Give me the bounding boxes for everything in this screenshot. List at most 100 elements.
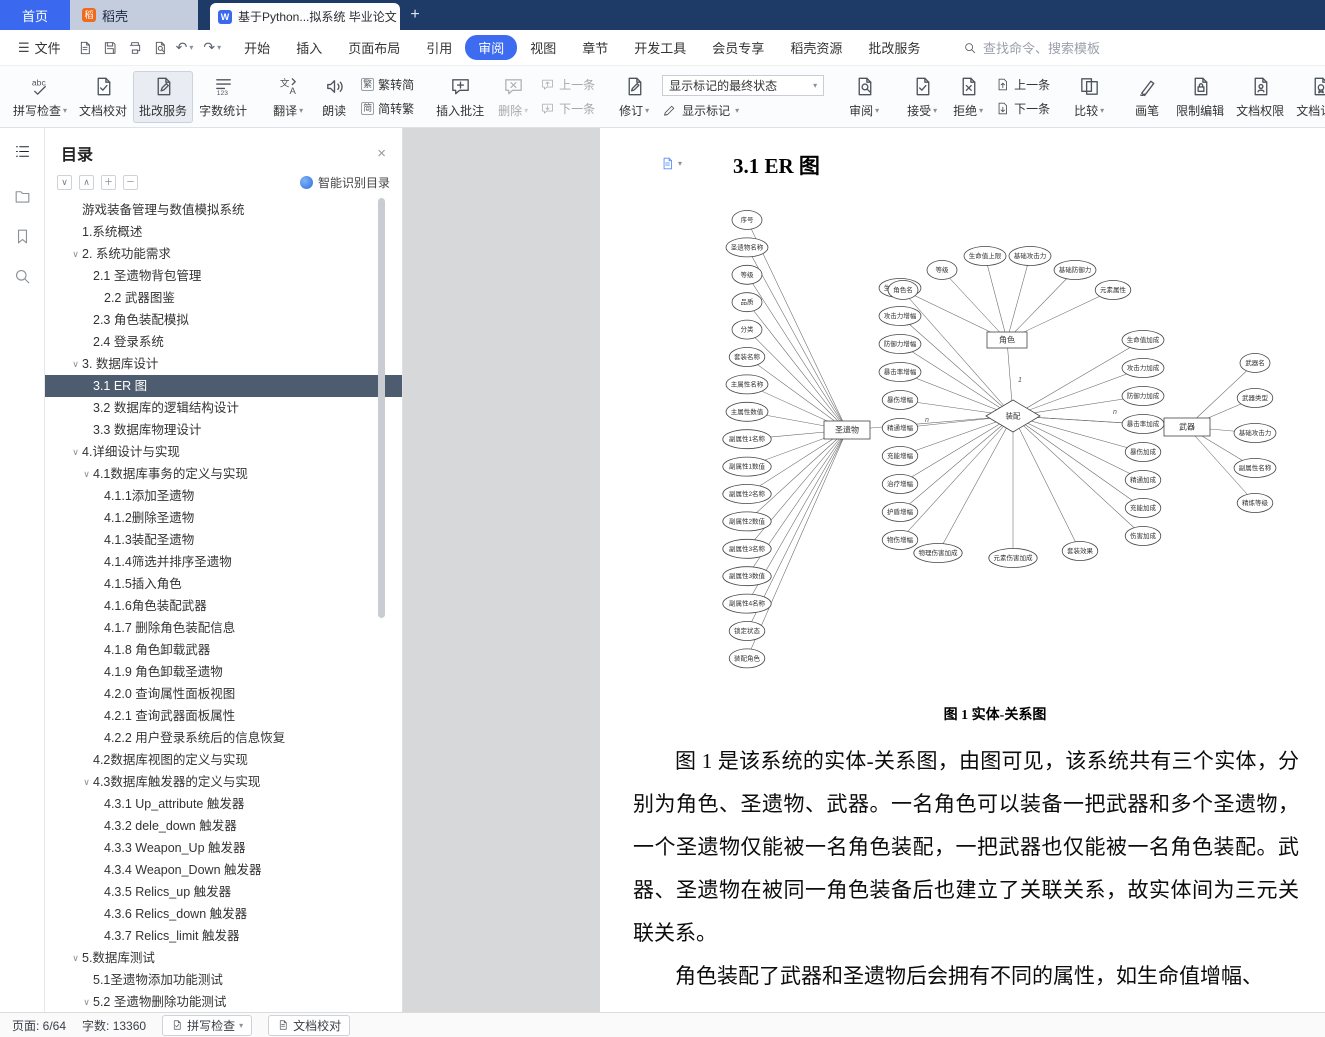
chevron-down-icon[interactable]: ∨ [69,947,82,969]
statusbar-doc-proof-button[interactable]: 文档校对 [268,1014,351,1036]
print-preview-icon[interactable] [152,40,168,56]
outline-item[interactable]: ∨ 4.1数据库事务的定义与实现 [45,463,402,485]
new-document-icon[interactable] [77,40,93,56]
collapse-all-button[interactable]: ∧ [79,175,94,190]
menu-tab-插入[interactable]: 插入 [283,35,335,60]
doc-proof-button[interactable]: 文档校对 [73,71,133,123]
outline-item[interactable]: 4.1.4筛选并排序圣遗物 [45,551,402,573]
outline-item[interactable]: 5.1圣遗物添加功能测试 [45,969,402,991]
outline-item[interactable]: ∨ 4.详细设计与实现 [45,441,402,463]
chevron-down-icon[interactable]: ∨ [80,463,93,485]
simp-to-trad-button[interactable]: 简 简转繁 [361,100,414,117]
outline-item[interactable]: 4.2.0 查询属性面板视图 [45,683,402,705]
review-button[interactable]: 审阅 ▾ [841,71,887,123]
accept-button[interactable]: 接受 ▾ [899,71,945,123]
tab-document[interactable]: W 基于Python...拟系统 毕业论文 [210,3,400,30]
outline-item[interactable]: 4.3.3 Weapon_Up 触发器 [45,837,402,859]
command-search[interactable]: 查找命令、搜索模板 [963,38,1100,57]
save-icon[interactable] [102,40,118,56]
menu-tab-会员专享[interactable]: 会员专享 [699,35,777,60]
restrict-edit-button[interactable]: 限制编辑 [1170,71,1230,123]
smart-recognize-button[interactable]: 智能识别目录 [299,174,390,191]
outline-item[interactable]: 3.3 数据库物理设计 [45,419,402,441]
expand-level-button[interactable]: ＋ [101,175,116,190]
chevron-down-icon[interactable]: ∨ [80,771,93,793]
outline-item[interactable]: 4.3.2 dele_down 触发器 [45,815,402,837]
undo-caret-icon[interactable]: ▾ [189,43,193,52]
outline-item[interactable]: 4.1.1添加圣遗物 [45,485,402,507]
read-aloud-button[interactable]: 朗读 [311,71,357,123]
outline-item[interactable]: 4.2.1 查询武器面板属性 [45,705,402,727]
bookmark-icon[interactable] [13,227,32,246]
chevron-down-icon[interactable]: ∨ [69,353,82,375]
file-menu-button[interactable]: ☰ 文件 [10,38,69,57]
outline-item[interactable]: 2.2 武器图鉴 [45,287,402,309]
new-tab-button[interactable]: + [400,0,430,30]
outline-item[interactable]: 4.3.5 Relics_up 触发器 [45,881,402,903]
outline-item[interactable]: 4.1.9 角色卸载圣遗物 [45,661,402,683]
translate-button[interactable]: 翻译 ▾ [265,71,311,123]
prev-revision-button[interactable]: 上一条 [995,76,1050,93]
tab-docer[interactable]: 稻 稻壳 [70,0,198,30]
outline-item[interactable]: 2.3 角色装配模拟 [45,309,402,331]
outline-scrollbar[interactable] [378,198,385,618]
outline-item[interactable]: 4.1.2删除圣遗物 [45,507,402,529]
menu-tab-稻壳资源[interactable]: 稻壳资源 [777,35,855,60]
doc-cert-button[interactable]: 文档认证 [1290,71,1325,123]
menu-tab-开始[interactable]: 开始 [231,35,283,60]
delete-comment-button[interactable]: 删除 ▾ [490,71,536,123]
outline-item[interactable]: 4.3.7 Relics_limit 触发器 [45,925,402,947]
redo-icon[interactable]: ↷ [203,39,215,56]
prev-comment-button[interactable]: 上一条 [540,76,595,93]
correction-service-button[interactable]: 批改服务 [133,70,194,123]
outline-item[interactable]: 2.4 登录系统 [45,331,402,353]
outline-item[interactable]: 1.系统概述 [45,221,402,243]
menu-tab-页面布局[interactable]: 页面布局 [335,35,413,60]
print-icon[interactable] [127,40,143,56]
outline-item[interactable]: 3.2 数据库的逻辑结构设计 [45,397,402,419]
outline-item[interactable]: 2.1 圣遗物背包管理 [45,265,402,287]
word-count-button[interactable]: 字数统计 [193,71,253,123]
statusbar-spell-check-button[interactable]: 拼写检查 ▾ [162,1014,253,1036]
word-count-indicator[interactable]: 字数: 13360 [82,1017,146,1034]
outline-item[interactable]: 游戏装备管理与数值模拟系统 [45,199,402,221]
outline-item[interactable]: 4.1.6角色装配武器 [45,595,402,617]
outline-item[interactable]: 4.2.2 用户登录系统后的信息恢复 [45,727,402,749]
next-comment-button[interactable]: 下一条 [540,100,595,117]
outline-item[interactable]: 4.3.4 Weapon_Down 触发器 [45,859,402,881]
menu-tab-开发工具[interactable]: 开发工具 [621,35,699,60]
chevron-down-icon[interactable]: ∨ [69,441,82,463]
spell-check-button[interactable]: 拼写检查 ▾ [7,71,73,123]
outline-item[interactable]: ∨ 4.3数据库触发器的定义与实现 [45,771,402,793]
page-indicator[interactable]: 页面: 6/64 [12,1017,66,1034]
find-icon[interactable] [13,267,32,286]
revision-button[interactable]: 修订 ▾ [611,71,657,123]
outline-item[interactable]: 4.1.7 删除角色装配信息 [45,617,402,639]
close-panel-icon[interactable]: × [377,145,386,162]
doc-permission-button[interactable]: 文档权限 [1230,71,1290,123]
trad-to-simp-button[interactable]: 繁 繁转简 [361,76,414,93]
outline-item[interactable]: 4.2数据库视图的定义与实现 [45,749,402,771]
outline-item[interactable]: ∨ 5.2 圣遗物删除功能测试 [45,991,402,1012]
markup-state-select[interactable]: 显示标记的最终状态 ▾ [662,74,825,96]
menu-tab-引用[interactable]: 引用 [413,35,465,60]
outline-item[interactable]: 4.3.6 Relics_down 触发器 [45,903,402,925]
insert-comment-button[interactable]: 插入批注 [430,71,490,123]
outline-item[interactable]: 4.3.1 Up_attribute 触发器 [45,793,402,815]
redo-caret-icon[interactable]: ▾ [217,43,221,52]
reject-button[interactable]: 拒绝 ▾ [945,71,991,123]
chevron-down-icon[interactable]: ∨ [80,991,93,1012]
menu-tab-批改服务[interactable]: 批改服务 [855,35,933,60]
next-revision-button[interactable]: 下一条 [995,100,1050,117]
outline-item[interactable]: ∨ 2. 系统功能需求 [45,243,402,265]
undo-icon[interactable]: ↶ [176,39,188,56]
folder-icon[interactable] [13,187,32,206]
outline-item[interactable]: 4.1.3装配圣遗物 [45,529,402,551]
outline-panel-icon[interactable] [13,142,32,161]
pen-button[interactable]: 画笔 [1124,71,1170,123]
menu-tab-章节[interactable]: 章节 [569,35,621,60]
menu-tab-视图[interactable]: 视图 [517,35,569,60]
outline-item[interactable]: ∨ 5.数据库测试 [45,947,402,969]
show-markup-button[interactable]: 显示标记 ▾ [662,102,824,119]
menu-tab-审阅[interactable]: 审阅 [465,35,518,60]
